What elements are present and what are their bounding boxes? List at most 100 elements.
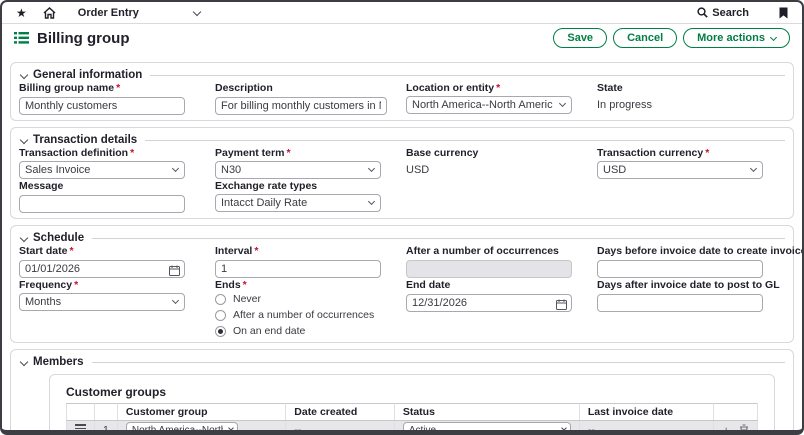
chevron-down-icon <box>193 7 201 15</box>
days-after-input[interactable] <box>597 294 763 312</box>
billing-group-name-input[interactable] <box>19 97 185 115</box>
end-date-input[interactable] <box>406 294 572 312</box>
more-actions-button[interactable]: More actions <box>683 28 790 48</box>
billing-group-window: ★ Order Entry Search Billing group Save … <box>0 0 804 435</box>
chevron-down-icon <box>228 425 234 431</box>
calendar-icon[interactable] <box>169 263 180 281</box>
collapse-chevron-icon <box>20 71 28 79</box>
message-input[interactable] <box>19 195 185 213</box>
actions-column-header <box>714 404 758 421</box>
favorites-star-icon[interactable]: ★ <box>16 7 27 19</box>
section-header[interactable]: Members <box>19 356 785 368</box>
field-description: Description <box>215 83 406 115</box>
column-header: Status <box>394 404 579 421</box>
frequency-select[interactable]: Months <box>19 293 185 311</box>
status-select[interactable]: Active <box>403 422 571 435</box>
field-message: Message <box>19 181 215 213</box>
exchange-rate-types-select[interactable]: Intacct Daily Rate <box>215 194 381 212</box>
trash-icon[interactable] <box>739 424 749 435</box>
add-row-icon[interactable]: + <box>722 424 730 435</box>
field-start-date: Start date* <box>19 246 215 278</box>
radio-never[interactable]: Never <box>215 293 406 305</box>
field-days-after: Days after invoice date to post to GL <box>597 280 804 337</box>
chevron-down-icon <box>172 297 179 304</box>
transaction-definition-select[interactable]: Sales Invoice <box>19 161 185 179</box>
date-created-cell: -- <box>286 421 395 435</box>
description-input[interactable] <box>215 97 387 115</box>
header-actions: Save Cancel More actions <box>553 28 790 48</box>
save-button[interactable]: Save <box>553 28 607 48</box>
ends-radio-group: Never After a number of occurrences On a… <box>215 293 406 337</box>
topbar-right: Search <box>697 7 788 19</box>
divider <box>150 75 785 76</box>
chevron-down-icon <box>561 425 567 431</box>
divider <box>145 140 785 141</box>
field-ends: Ends* Never After a number of occurrence… <box>215 280 406 337</box>
field-exchange-rate-types: Exchange rate types Intacct Daily Rate <box>215 181 406 213</box>
chevron-down-icon <box>368 165 375 172</box>
section-header[interactable]: Transaction details <box>19 134 785 146</box>
drag-handle-icon[interactable] <box>75 422 86 435</box>
search-button[interactable]: Search <box>697 7 749 19</box>
field-end-date: End date <box>406 280 597 337</box>
field-interval: Interval* <box>215 246 406 278</box>
radio-icon <box>215 294 226 305</box>
section-members: Members Customer groups Customer group D… <box>10 349 794 435</box>
search-icon <box>697 7 708 18</box>
field-state: State In progress <box>597 83 785 115</box>
section-header[interactable]: Schedule <box>19 232 785 244</box>
field-base-currency: Base currency USD <box>406 148 597 179</box>
row-number: 1 <box>95 421 118 435</box>
radio-on-end-date[interactable]: On an end date <box>215 325 406 337</box>
payment-term-select[interactable]: N30 <box>215 161 381 179</box>
collapse-chevron-icon <box>20 136 28 144</box>
customer-groups-card: Customer groups Customer group Date crea… <box>49 374 775 435</box>
field-transaction-definition: Transaction definition* Sales Invoice <box>19 148 215 179</box>
section-transaction-details: Transaction details Transaction definiti… <box>10 127 794 219</box>
column-header: Date created <box>286 404 395 421</box>
occurrences-input <box>406 260 572 278</box>
field-occurrences: After a number of occurrences <box>406 246 597 278</box>
section-header[interactable]: General information <box>19 69 785 81</box>
table-header-row: Customer group Date created Status Last … <box>67 404 758 421</box>
bookmark-icon[interactable] <box>779 7 788 19</box>
section-title: General information <box>33 69 142 81</box>
chevron-down-icon <box>770 33 777 40</box>
collapse-chevron-icon <box>20 358 28 366</box>
transaction-currency-select[interactable]: USD <box>597 161 763 179</box>
column-header: Last invoice date <box>579 404 714 421</box>
field-frequency: Frequency* Months <box>19 280 215 337</box>
chevron-down-icon <box>172 165 179 172</box>
collapse-chevron-icon <box>20 234 28 242</box>
cancel-button[interactable]: Cancel <box>613 28 677 48</box>
home-icon[interactable] <box>43 7 56 19</box>
app-menu-dropdown[interactable]: Order Entry <box>78 7 200 19</box>
list-icon[interactable] <box>14 32 29 44</box>
customer-group-select[interactable]: North America--North . <box>126 422 238 435</box>
radio-selected-icon <box>215 326 226 337</box>
field-billing-group-name: Billing group name* <box>19 83 215 115</box>
field-payment-term: Payment term* N30 <box>215 148 406 179</box>
drag-column-header <box>67 404 95 421</box>
last-invoice-date-cell: -- <box>579 421 714 435</box>
customer-groups-table: Customer group Date created Status Last … <box>66 403 758 435</box>
radio-after-occurrences[interactable]: After a number of occurrences <box>215 309 406 321</box>
field-days-before: Days before invoice date to create invoi… <box>597 246 804 278</box>
field-location-or-entity: Location or entity* North America--North… <box>406 83 597 115</box>
page-header: Billing group Save Cancel More actions <box>2 24 802 52</box>
table-row: 1 North America--North . -- Active -- + <box>67 421 758 435</box>
divider <box>92 238 785 239</box>
radio-icon <box>215 310 226 321</box>
days-before-input[interactable] <box>597 260 763 278</box>
start-date-input[interactable] <box>19 260 185 278</box>
app-menu-label: Order Entry <box>78 7 139 19</box>
chevron-down-icon <box>368 198 375 205</box>
interval-input[interactable] <box>215 260 381 278</box>
section-schedule: Schedule Start date* Interval* After a n… <box>10 225 794 343</box>
divider <box>92 362 786 363</box>
base-currency-value: USD <box>406 164 597 176</box>
location-select[interactable]: North America--North America <box>406 96 572 114</box>
state-value: In progress <box>597 99 785 111</box>
chevron-down-icon <box>750 165 757 172</box>
calendar-icon[interactable] <box>556 297 567 315</box>
